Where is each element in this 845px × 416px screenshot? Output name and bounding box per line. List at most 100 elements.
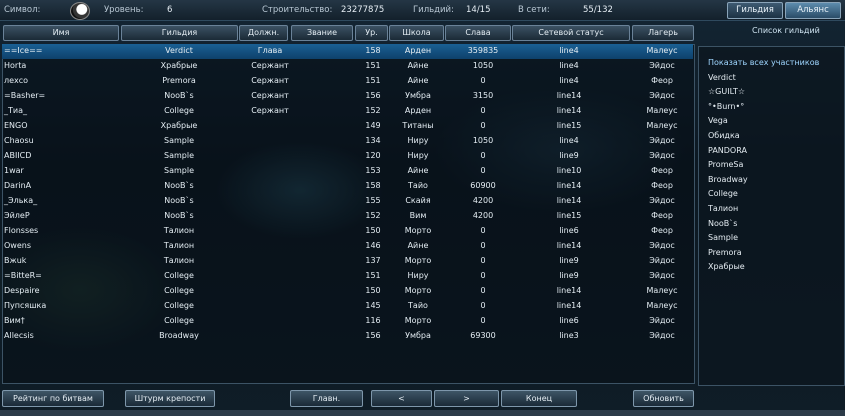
cell-name: ABIICD	[4, 151, 32, 160]
table-row[interactable]: Despaire College 150 Морто 0 line14 Малеус	[2, 284, 693, 299]
guild-list-item[interactable]: PANDORA	[708, 146, 747, 155]
guild-list-item[interactable]: ☆GUILT☆	[708, 87, 745, 96]
table-row[interactable]: Пупсяшка College 145 Тайо 0 line14 Малеус	[2, 299, 693, 314]
cell-school: Айне	[407, 61, 429, 70]
table-row[interactable]: ЭйлеР NooB`s 152 Вим 4200 line15 Феор	[2, 209, 693, 224]
table-row[interactable]: ==Ice== Verdict Глава 158 Арден 359835 line4 Ма…	[2, 44, 693, 59]
guild-list-item[interactable]: Храбрые	[708, 262, 745, 271]
cell-name: 1war	[4, 166, 24, 175]
cell-fame: 359835	[467, 46, 499, 55]
guild-list-item[interactable]: Талион	[708, 204, 738, 213]
cell-level: 137	[365, 256, 381, 265]
table-row[interactable]: Chaosu Sample 134 Ниру 1050 line4 Эйдос	[2, 134, 693, 149]
cell-camp: Эйдос	[649, 196, 675, 205]
level-label: Уровень:	[104, 5, 144, 15]
cell-name: ЭйлеР	[4, 211, 30, 220]
column-camp-header[interactable]: Лагерь	[632, 25, 694, 41]
show-all-members-link[interactable]: Показать всех участников	[708, 58, 819, 67]
table-row[interactable]: Horta Храбрые Сержант 151 Айне 1050 line4 Эйдос	[2, 59, 693, 74]
guild-list-item[interactable]: NooB`s	[708, 219, 737, 228]
column-guild-header[interactable]: Гильдия	[121, 25, 238, 41]
cell-school: Умбра	[405, 331, 431, 340]
main-page-button[interactable]: Главн.	[290, 390, 363, 407]
table-row[interactable]: _Тиа_ College Сержант 152 Арден 0 line14 Малеус	[2, 104, 693, 119]
cell-camp: Эйдос	[649, 151, 675, 160]
column-school-header[interactable]: Школа	[389, 25, 444, 41]
cell-guild: NooB`s	[164, 181, 194, 190]
cell-level: 149	[365, 121, 381, 130]
cell-level: 151	[365, 271, 381, 280]
table-row[interactable]: DarinA NooB`s 158 Тайо 60900 line14 Феор	[2, 179, 693, 194]
guild-list-item[interactable]: Premora	[708, 248, 742, 257]
next-page-button[interactable]: >	[434, 390, 499, 407]
refresh-button[interactable]: Обновить	[633, 390, 694, 407]
cell-camp: Малеус	[646, 46, 678, 55]
prev-page-button[interactable]: <	[371, 390, 432, 407]
guild-list-item[interactable]: PromeSa	[708, 160, 743, 169]
cell-level: 152	[365, 106, 381, 115]
table-row[interactable]: =BitteR= College 151 Ниру 0 line9 Эйдос	[2, 269, 693, 284]
cell-name: ENGO	[4, 121, 28, 130]
cell-fame: 1050	[472, 61, 494, 70]
cell-fame: 3150	[472, 91, 494, 100]
cell-fame: 0	[480, 76, 486, 85]
last-page-button[interactable]: Конец	[501, 390, 577, 407]
cell-fame: 0	[480, 286, 486, 295]
cell-level: 151	[365, 76, 381, 85]
cell-name: _Элька_	[4, 196, 38, 205]
guild-list-item[interactable]: College	[708, 189, 738, 198]
cell-rank: Сержант	[251, 61, 289, 70]
table-row[interactable]: Bжuk Талион 137 Морто 0 line9 Эйдос	[2, 254, 693, 269]
column-name-header[interactable]: Имя	[3, 25, 119, 41]
cell-level: 155	[365, 196, 381, 205]
cell-guild: Broadway	[159, 331, 199, 340]
guild-list-item[interactable]: °•Burn•°	[708, 102, 744, 111]
cell-school: Скайя	[405, 196, 431, 205]
tab-alliance[interactable]: Альянс	[785, 2, 841, 19]
column-fame-header[interactable]: Слава	[445, 25, 511, 41]
guild-list-item[interactable]: Vega	[708, 116, 728, 125]
bottom-strip	[0, 410, 845, 416]
cell-name: _Тиа_	[4, 106, 27, 115]
cell-camp: Феор	[651, 76, 673, 85]
cell-name: Пупсяшка	[4, 301, 47, 310]
cell-name: Owens	[4, 241, 31, 250]
guild-list-item[interactable]: Обидка	[708, 131, 740, 140]
battle-rating-button[interactable]: Рейтинг по битвам	[2, 390, 104, 407]
cell-guild: College	[164, 271, 194, 280]
column-network-status-header[interactable]: Сетевой статус	[512, 25, 630, 41]
table-row[interactable]: 1war Sample 153 Айне 0 line10 Феор	[2, 164, 693, 179]
table-row[interactable]: Allecsis Broadway 156 Умбра 69300 line3 Эйдос	[2, 329, 693, 344]
cell-name: лехсо	[4, 76, 29, 85]
cell-camp: Эйдос	[649, 331, 675, 340]
table-row[interactable]: =Basher= NooB`s Сержант 156 Умбра 3150 line14 Э…	[2, 89, 693, 104]
cell-school: Арден	[404, 46, 432, 55]
table-row[interactable]: лехсо Premora Сержант 151 Айне 0 line4 Феор	[2, 74, 693, 89]
table-row[interactable]: _Элька_ NooB`s 155 Скайя 4200 line14 Эйдос	[2, 194, 693, 209]
cell-camp: Малеус	[646, 286, 678, 295]
table-row[interactable]: Flonsses Талион 150 Морто 0 line6 Феор	[2, 224, 693, 239]
cell-level: 134	[365, 136, 381, 145]
cell-school: Морто	[404, 316, 432, 325]
guild-list-item[interactable]: Verdict	[708, 73, 736, 82]
guild-list-item[interactable]: Sample	[708, 233, 738, 242]
construction-value: 23277875	[341, 5, 385, 15]
column-position-header[interactable]: Должн.	[239, 25, 288, 41]
table-row[interactable]: ABIICD Sample 120 Ниру 0 line9 Эйдос	[2, 149, 693, 164]
table-row[interactable]: Owens Талион 146 Айне 0 line14 Эйдос	[2, 239, 693, 254]
cell-level: 156	[365, 91, 381, 100]
table-row[interactable]: ENGO Храбрые 149 Титаны 0 line15 Малеус	[2, 119, 693, 134]
cell-guild: Sample	[164, 166, 194, 175]
tab-guild[interactable]: Гильдия	[727, 2, 783, 19]
fortress-assault-button[interactable]: Штурм крепости	[125, 390, 215, 407]
cell-guild: Талион	[163, 256, 195, 265]
cell-guild: Талион	[163, 241, 195, 250]
table-row[interactable]: Вим† College 116 Морто 0 line6 Эйдос	[2, 314, 693, 329]
column-title-header[interactable]: Звание	[291, 25, 353, 41]
cell-network-status: line14	[556, 301, 582, 310]
level-value: 6	[167, 5, 173, 15]
cell-network-status: line3	[559, 331, 579, 340]
cell-guild: Verdict	[165, 46, 193, 55]
column-level-header[interactable]: Ур.	[355, 25, 388, 41]
guild-list-item[interactable]: Broadway	[708, 175, 748, 184]
